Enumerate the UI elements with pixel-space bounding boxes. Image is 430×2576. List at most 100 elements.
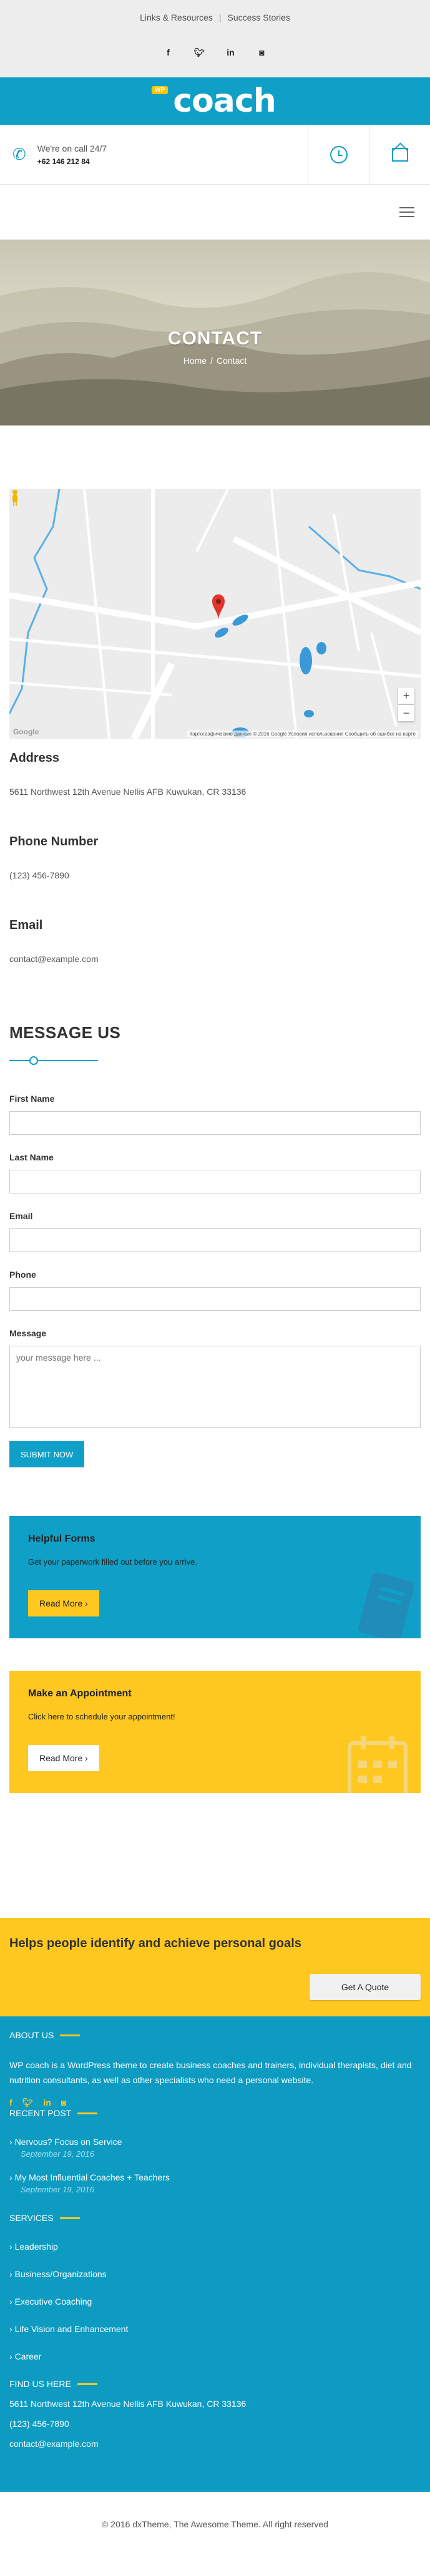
service-leadership[interactable]: Leadership <box>9 2242 421 2252</box>
service-life-vision[interactable]: Life Vision and Enhancement <box>9 2324 421 2334</box>
link-success-stories[interactable]: Success Stories <box>227 12 290 22</box>
services-heading: SERVICES <box>9 2213 421 2223</box>
phone-field[interactable] <box>9 1287 421 1311</box>
twitter-icon[interactable]: 🐦︎ <box>22 2097 34 2108</box>
footer-contact: 5611 Northwest 12th Avenue Nellis AFB Ku… <box>9 2399 421 2449</box>
call-info: ✆ We're on call 24/7 +62 146 212 84 <box>0 125 308 184</box>
instagram-icon[interactable]: ◙ <box>61 2097 66 2108</box>
map-zoom-in-button[interactable]: + <box>398 688 414 704</box>
site-logo[interactable]: coach <box>173 82 276 120</box>
call-number: +62 146 212 84 <box>37 157 90 166</box>
post-date: September 19, 2016 <box>21 2149 94 2159</box>
cta-title: Helps people identify and achieve person… <box>9 1937 301 1950</box>
footer-email[interactable]: contact@example.com <box>9 2439 421 2449</box>
footer-phone: (123) 456-7890 <box>9 2419 69 2429</box>
about-text: WP coach is a WordPress theme to create … <box>9 2060 412 2085</box>
twitter-icon[interactable]: 🐦︎ <box>193 47 206 58</box>
address-label: Address <box>9 751 60 765</box>
top-social-icons: f 🐦︎ in ◙ <box>0 47 430 58</box>
contact-form: First Name Last Name Email Phone Message… <box>0 1094 430 1467</box>
service-executive[interactable]: Executive Coaching <box>9 2297 421 2306</box>
link-resources[interactable]: Links & Resources <box>140 12 213 22</box>
about-heading: ABOUT US <box>9 2030 421 2040</box>
services-list: Leadership Business/Organizations Execut… <box>9 2242 421 2361</box>
post-date: September 19, 2016 <box>21 2185 94 2194</box>
phone-label: Phone Number <box>9 835 99 848</box>
map-zoom-out-button[interactable]: − <box>398 705 414 721</box>
google-logo: Google <box>13 727 39 736</box>
post-title[interactable]: My Most Influential Coaches + Teachers <box>9 2172 421 2182</box>
map-canvas <box>9 489 421 739</box>
page-hero: CONTACT Home / Contact <box>0 240 430 425</box>
appointment-text: Click here to schedule your appointment! <box>28 1712 175 1721</box>
message-field[interactable] <box>9 1346 421 1428</box>
appointment-card: Make an Appointment Click here to schedu… <box>9 1671 421 1793</box>
service-career[interactable]: Career <box>9 2351 421 2361</box>
pegman-icon[interactable] <box>9 489 21 507</box>
page-title: CONTACT <box>167 328 263 349</box>
facebook-icon[interactable]: f <box>9 2097 12 2108</box>
linkedin-icon[interactable]: in <box>43 2097 51 2108</box>
list-item: Nervous? Focus on Service September 19, … <box>9 2137 421 2159</box>
logo-bar: WP coach <box>0 77 430 125</box>
last-name-label: Last Name <box>9 1152 54 1162</box>
helpful-forms-card: Helpful Forms Get your paperwork filled … <box>9 1516 421 1638</box>
submit-button[interactable]: SUBMIT NOW <box>9 1441 85 1467</box>
last-name-field[interactable] <box>9 1170 421 1193</box>
logo-badge: WP <box>152 86 169 94</box>
email-label-form: Email <box>9 1211 33 1221</box>
post-title[interactable]: Nervous? Focus on Service <box>9 2137 421 2147</box>
phone-icon: ✆ <box>12 145 26 163</box>
address-value: 5611 Northwest 12th Avenue Nellis AFB Ku… <box>9 787 247 797</box>
footer-address: 5611 Northwest 12th Avenue Nellis AFB Ku… <box>9 2399 247 2409</box>
first-name-field[interactable] <box>9 1111 421 1135</box>
facebook-icon[interactable]: f <box>162 47 175 58</box>
linkedin-icon[interactable]: in <box>225 47 237 58</box>
breadcrumb: Home / Contact <box>0 356 430 366</box>
hamburger-menu-icon[interactable] <box>399 207 414 217</box>
hours-button[interactable] <box>308 125 369 184</box>
list-item: My Most Influential Coaches + Teachers S… <box>9 2172 421 2194</box>
breadcrumb-separator: / <box>210 356 213 366</box>
get-quote-button[interactable]: Get A Quote <box>310 1974 421 2000</box>
menu-bar <box>0 185 430 240</box>
title-divider <box>9 1056 98 1065</box>
recent-post-heading: RECENT POST <box>9 2108 421 2118</box>
phone-label-form: Phone <box>9 1270 36 1280</box>
find-us-heading: FIND US HERE <box>9 2379 421 2389</box>
site-footer: ABOUT US WP coach is a WordPress theme t… <box>0 2016 430 2492</box>
contact-info: Address 5611 Northwest 12th Avenue Nelli… <box>0 751 430 989</box>
top-bar: Links & Resources | Success Stories f 🐦︎ i… <box>0 0 430 77</box>
helpful-forms-title: Helpful Forms <box>28 1533 95 1544</box>
service-business[interactable]: Business/Organizations <box>9 2269 421 2279</box>
link-separator: | <box>218 12 222 22</box>
first-name-label: First Name <box>9 1094 55 1104</box>
appointment-read-more-button[interactable]: Read More › <box>28 1745 99 1771</box>
helpful-forms-text: Get your paperwork filled out before you… <box>28 1557 197 1567</box>
email-label: Email <box>9 918 43 932</box>
instagram-icon[interactable]: ◙ <box>256 47 268 58</box>
google-map[interactable]: + − Google Картографические данные © 201… <box>9 489 421 739</box>
book-icon <box>358 1572 414 1638</box>
call-label: We're on call 24/7 <box>37 143 107 153</box>
map-attribution[interactable]: Картографические данные © 2016 Google Ус… <box>187 731 418 737</box>
breadcrumb-current: Contact <box>217 356 247 366</box>
email-value[interactable]: contact@example.com <box>9 954 421 964</box>
message-label: Message <box>9 1328 47 1338</box>
message-us-title: MESSAGE US <box>9 1023 121 1042</box>
top-links: Links & Resources | Success Stories <box>0 12 430 22</box>
mail-button[interactable] <box>369 125 430 184</box>
appointment-title: Make an Appointment <box>28 1688 132 1699</box>
clock-icon <box>330 145 348 163</box>
phone-value: (123) 456-7890 <box>9 870 69 880</box>
helpful-forms-read-more-button[interactable]: Read More › <box>28 1590 99 1616</box>
cta-banner: Helps people identify and achieve person… <box>0 1918 430 2016</box>
email-field[interactable] <box>9 1228 421 1252</box>
footer-social-icons: f 🐦︎ in ◙ <box>9 2097 421 2108</box>
calendar-icon <box>348 1736 408 1793</box>
call-bar: ✆ We're on call 24/7 +62 146 212 84 <box>0 125 430 185</box>
envelope-icon <box>391 147 408 162</box>
recent-posts: Nervous? Focus on Service September 19, … <box>9 2137 421 2194</box>
breadcrumb-home[interactable]: Home <box>183 356 207 366</box>
copyright: © 2016 dxTheme, The Awesome Theme. All r… <box>0 2492 430 2557</box>
